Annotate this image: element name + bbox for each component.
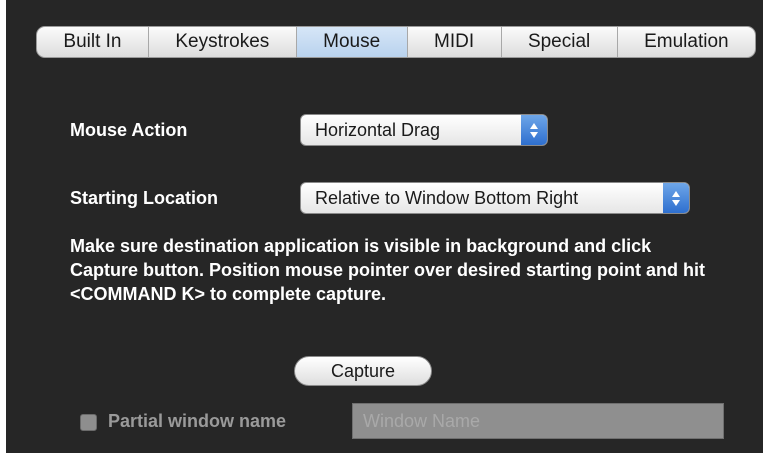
starting-location-label: Starting Location xyxy=(70,188,218,208)
tab-keystrokes[interactable]: Keystrokes xyxy=(149,27,297,57)
tab-emulation[interactable]: Emulation xyxy=(618,27,755,57)
partial-window-label: Partial window name xyxy=(108,411,287,431)
mouse-action-value: Horizontal Drag xyxy=(315,119,441,140)
tab-bar: Built In Keystrokes Mouse MIDI Special E… xyxy=(36,26,756,58)
tab-built-in[interactable]: Built In xyxy=(37,27,149,57)
capture-button[interactable]: Capture xyxy=(294,356,432,386)
up-down-chevron-icon xyxy=(663,183,689,213)
capture-instructions: Make sure destination application is vis… xyxy=(70,236,706,304)
mouse-action-popup[interactable]: Horizontal Drag xyxy=(300,114,548,146)
tab-mouse[interactable]: Mouse xyxy=(296,27,408,57)
tab-midi[interactable]: MIDI xyxy=(408,27,502,57)
partial-window-checkbox[interactable] xyxy=(80,414,97,431)
preferences-panel: Built In Keystrokes Mouse MIDI Special E… xyxy=(6,0,763,453)
up-down-chevron-icon xyxy=(521,115,547,145)
window-name-input[interactable] xyxy=(352,403,724,439)
starting-location-value: Relative to Window Bottom Right xyxy=(315,187,579,208)
tab-special[interactable]: Special xyxy=(502,27,618,57)
starting-location-popup[interactable]: Relative to Window Bottom Right xyxy=(300,182,690,214)
mouse-action-label: Mouse Action xyxy=(70,120,188,140)
